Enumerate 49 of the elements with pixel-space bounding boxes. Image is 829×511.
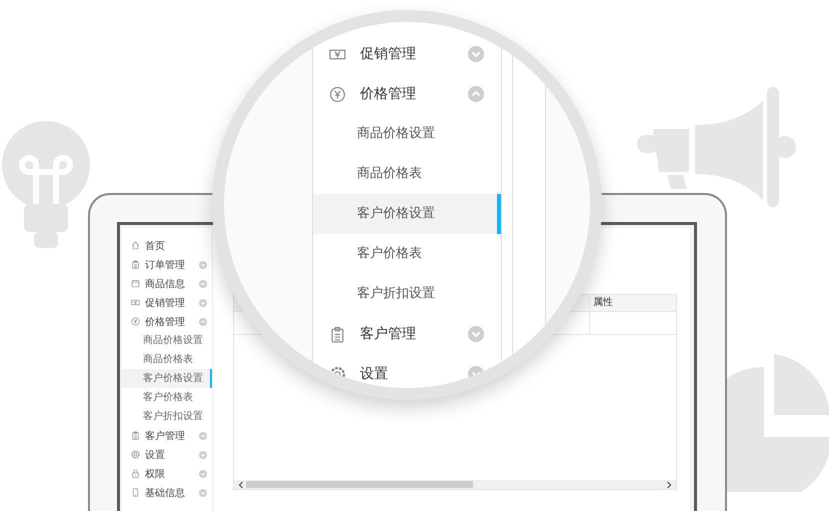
sidebar-subitem[interactable]: 客户价格表 [122,388,212,407]
scroll-left-icon[interactable] [238,480,244,488]
chevron-down-icon[interactable] [199,488,207,496]
phone-icon [131,488,140,497]
chevron-down-icon[interactable] [199,298,207,306]
sidebar-item[interactable]: 权限 [122,464,212,483]
sidebar-subitem[interactable]: 商品价格表 [122,350,212,369]
sidebar-subitem[interactable]: 商品价格设置 [313,114,501,154]
chevron-down-icon[interactable] [199,280,207,288]
chevron-up-icon[interactable] [199,318,207,326]
sidebar-item[interactable]: 价格管理 [122,312,212,331]
sidebar-item[interactable]: 客户管理 [313,314,501,354]
chevron-down-icon[interactable] [468,46,484,62]
lock-icon [131,469,140,478]
sidebar-item[interactable]: 订单管理 [122,255,212,274]
sidebar-item[interactable]: 首页 [122,236,212,255]
sidebar-subitem[interactable]: 客户价格设置 [313,194,501,234]
chevron-down-icon[interactable] [199,470,207,478]
scrollbar-thumb[interactable] [246,481,473,488]
chevron-down-icon[interactable] [199,260,207,268]
sidebar-item[interactable]: 设置 [313,354,501,388]
sidebar-subitem[interactable]: 客户折扣设置 [122,407,212,426]
sidebar-item[interactable]: 促销管理 [122,293,212,312]
sidebar-subitem[interactable]: 商品价格表 [313,154,501,194]
clipboard-icon [329,326,346,342]
sidebar-item[interactable]: 促销管理 [313,34,501,74]
yen-icon [329,86,346,102]
sidebar-item[interactable]: 设置 [122,445,212,464]
sidebar-subitem[interactable]: 客户价格表 [313,234,501,274]
ticket-icon [131,298,140,307]
scroll-right-icon[interactable] [666,480,672,488]
chevron-down-icon[interactable] [199,432,207,440]
horizontal-scrollbar[interactable] [234,480,676,489]
calendar-icon [131,279,140,288]
sidebar-item[interactable]: 客户管理 [122,426,212,445]
home-icon [131,241,140,250]
sidebar-item[interactable]: 基础信息 [122,483,212,502]
chevron-down-icon[interactable] [468,326,484,342]
clipboard-icon [131,260,140,269]
sidebar-subitem[interactable]: 客户折扣设置 [313,274,501,314]
sidebar-item[interactable]: 商品信息 [122,274,212,293]
sidebar-subitem[interactable]: 客户价格设置 [122,369,212,388]
settings-icon [131,450,140,459]
chevron-down-icon[interactable] [199,450,207,458]
sidebar-subitem[interactable]: 商品价格设置 [122,331,212,350]
clipboard-icon [131,431,140,440]
sidebar-item[interactable]: 价格管理 [313,74,501,114]
chevron-up-icon[interactable] [468,86,484,102]
yen-icon [131,317,140,326]
